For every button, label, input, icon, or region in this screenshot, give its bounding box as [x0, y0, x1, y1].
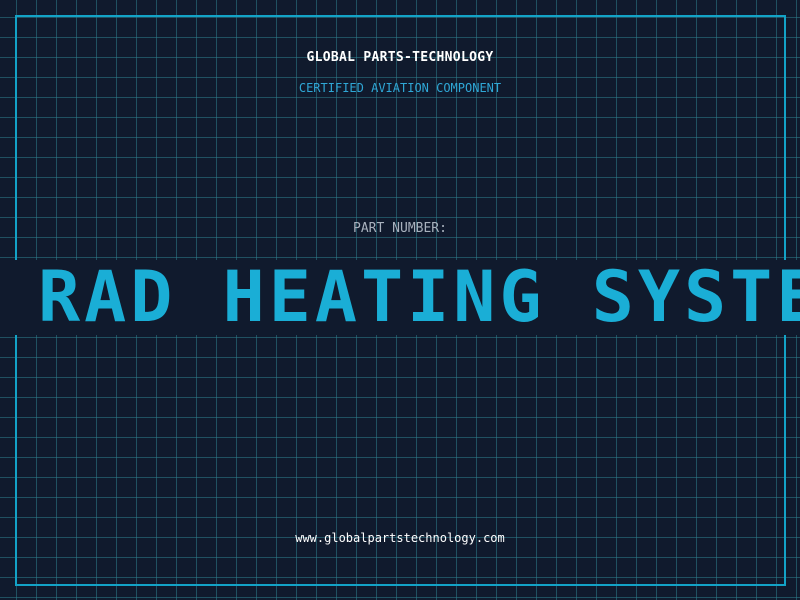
- brand-name: GLOBAL PARTS-TECHNOLOGY: [306, 50, 494, 65]
- certification-subtitle: CERTIFIED AVIATION COMPONENT: [298, 81, 502, 95]
- blueprint-canvas: GLOBAL PARTS-TECHNOLOGY CERTIFIED AVIATI…: [0, 0, 800, 600]
- website-url: www.globalpartstechnology.com: [295, 531, 505, 545]
- part-number-label: PART NUMBER:: [353, 221, 447, 236]
- part-number-value: RAD HEATING SYSTE: [38, 260, 800, 335]
- part-number-banner: RAD HEATING SYSTE: [0, 260, 800, 335]
